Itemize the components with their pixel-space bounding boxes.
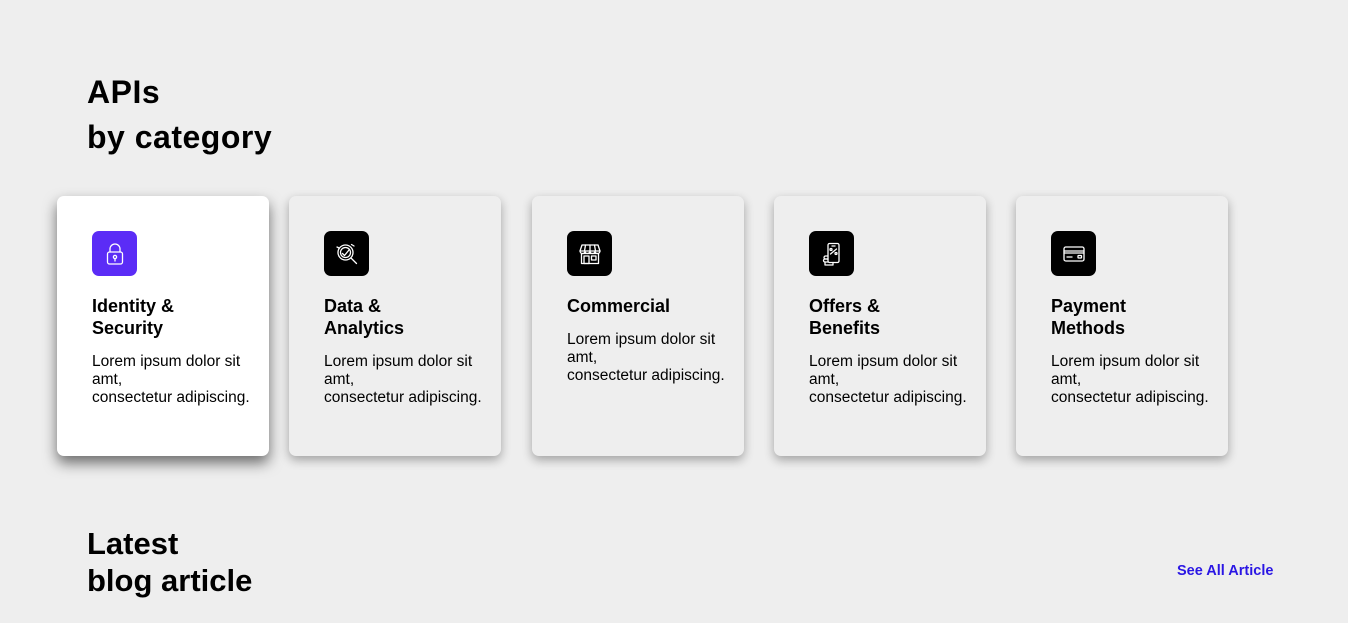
apis-title-line2: by category (87, 119, 273, 155)
card-title-line1: Identity & (92, 296, 175, 316)
blog-title-line1: Latest (87, 526, 179, 561)
card-title: Payment Methods (1051, 295, 1221, 339)
card-title: Offers & Benefits (809, 295, 979, 339)
apis-title-line1: APIs (87, 74, 161, 110)
card-title-line1: Data & (324, 296, 382, 316)
card-title-line2: Benefits (809, 318, 881, 338)
card-title-line1: Commercial (567, 296, 671, 316)
card-description: Lorem ipsum dolor sit amt, consectetur a… (324, 353, 482, 406)
card-description: Lorem ipsum dolor sit amt, consectetur a… (567, 331, 725, 384)
lock-icon (92, 231, 137, 276)
blog-section-title: Latest blog article (87, 525, 252, 599)
page: APIs by category Identity & Security Lor… (0, 0, 1348, 623)
card-description: Lorem ipsum dolor sit amt, consectetur a… (1051, 353, 1209, 406)
card-title: Commercial (567, 295, 737, 317)
card-title-line2: Security (92, 318, 164, 338)
category-card-payment-methods[interactable]: Payment Methods Lorem ipsum dolor sit am… (1016, 196, 1228, 456)
category-card-offers-benefits[interactable]: Offers & Benefits Lorem ipsum dolor sit … (774, 196, 986, 456)
card-title: Identity & Security (92, 295, 262, 339)
mobile-discount-icon (809, 231, 854, 276)
category-card-identity-security[interactable]: Identity & Security Lorem ipsum dolor si… (57, 196, 269, 456)
card-description: Lorem ipsum dolor sit amt, consectetur a… (809, 353, 967, 406)
card-title-line1: Offers & (809, 296, 881, 316)
credit-card-icon (1051, 231, 1096, 276)
card-title-line2: Methods (1051, 318, 1125, 338)
analytics-search-icon (324, 231, 369, 276)
card-title-line1: Payment (1051, 296, 1127, 316)
category-card-data-analytics[interactable]: Data & Analytics Lorem ipsum dolor sit a… (289, 196, 501, 456)
card-title: Data & Analytics (324, 295, 494, 339)
card-title-line2: Analytics (324, 318, 405, 338)
card-description: Lorem ipsum dolor sit amt, consectetur a… (92, 353, 250, 406)
storefront-icon (567, 231, 612, 276)
apis-section-title: APIs by category (87, 70, 272, 160)
category-card-commercial[interactable]: Commercial Lorem ipsum dolor sit amt, co… (532, 196, 744, 456)
see-all-articles-link[interactable]: See All Article (1177, 563, 1273, 579)
blog-title-line2: blog article (87, 563, 253, 598)
